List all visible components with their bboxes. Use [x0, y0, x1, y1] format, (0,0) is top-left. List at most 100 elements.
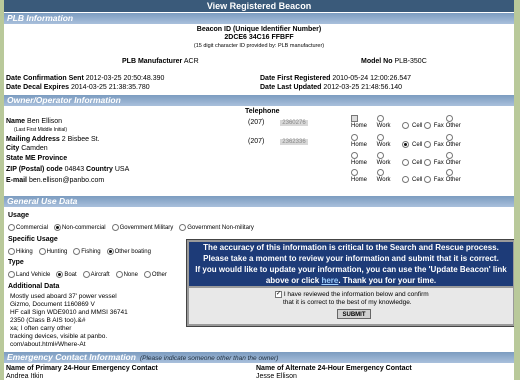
specific-option-fishing-label: Fishing [81, 249, 101, 256]
name-row: Name Ben Ellison [6, 118, 62, 125]
phone-2-number: 2362336 [280, 139, 308, 145]
model-label: Model No [361, 58, 393, 65]
additional-line: 2350 (Class B AIS too).&# [10, 317, 86, 324]
phone-4-type-other[interactable]: Other [445, 169, 468, 184]
primary-contact-value: Andrea Itkin [6, 373, 44, 380]
phone-3-type-cell[interactable]: Cell [402, 159, 422, 167]
phone-1-type-home-label: Home [351, 123, 368, 130]
uin-label: Beacon ID (Unique Identifier Number) [196, 26, 322, 33]
phone-1-type-work[interactable]: Work [376, 115, 401, 130]
specific-option-hunting[interactable]: Hunting [38, 248, 67, 255]
usage-option-commercial-label: Commercial [16, 225, 49, 232]
section-emergency-title: Emergency Contact Information [7, 352, 136, 362]
usage-option-gov-nonmilitary[interactable]: Government Non-military [179, 224, 254, 232]
phone-2-types: Home Work Cell Fax Other [351, 134, 468, 149]
phone-4-types: Home Work Cell Fax Other [351, 169, 468, 184]
phone-1-type-fax[interactable]: Fax [424, 122, 444, 130]
primary-contact-label: Name of Primary 24-Hour Emergency Contac… [6, 365, 158, 372]
phone-2-type-home[interactable]: Home [351, 134, 375, 149]
submit-button[interactable]: SUBMIT [337, 309, 371, 319]
phone-4-type-cell[interactable]: Cell [402, 176, 422, 184]
specific-option-fishing[interactable]: Fishing [73, 248, 101, 256]
confirm-panel: ✓ I have reviewed the information below … [189, 288, 513, 324]
phone-3-type-work-label: Work [376, 160, 391, 167]
usage-option-gov-nonmilitary-label: Government Non-military [187, 225, 254, 232]
city-value: Camden [21, 145, 48, 152]
phone-1-type-cell[interactable]: Cell [402, 122, 422, 130]
email-label: E-mail [6, 177, 28, 184]
accuracy-message: The accuracy of this information is crit… [189, 242, 513, 286]
additional-line: xa; I often carry other [10, 325, 72, 332]
type-options: Land Vehicle Boat Aircraft None Other [8, 271, 171, 278]
additional-data-label: Additional Data [8, 283, 60, 290]
additional-data-text: Mostly used aboard 37' power vessel Gizm… [10, 293, 128, 349]
phone-3-type-work[interactable]: Work [376, 152, 401, 167]
additional-line: HF call Sign WDE9010 and MMSI 36741 [10, 309, 128, 316]
type-option-none[interactable]: None [115, 271, 138, 279]
specific-option-other-boating[interactable]: Other boating [106, 248, 151, 255]
usage-option-noncommercial-label: Non-commercial [61, 225, 106, 232]
phone-4-type-fax[interactable]: Fax [424, 176, 444, 184]
usage-option-gov-military-label: Government Military [119, 225, 174, 232]
phone-2-type-cell[interactable]: Cell [402, 141, 422, 149]
type-option-none-label: None [123, 272, 138, 279]
additional-line: com/about.html#Where-At [10, 341, 86, 348]
date-decal-label: Date Decal Expires [6, 84, 70, 91]
type-option-other[interactable]: Other [143, 271, 167, 278]
first-registered-row: Date First Registered 2010-05-24 12:00:2… [260, 75, 411, 82]
date-confirmation-row: Date Confirmation Sent 2012-03-25 20:50:… [6, 75, 164, 82]
phone-3-type-other[interactable]: Other [445, 152, 468, 167]
phone-2-type-cell-label: Cell [412, 142, 423, 149]
last-updated-row: Date Last Updated 2012-03-25 21:48:56.14… [260, 84, 402, 91]
phone-2-type-work[interactable]: Work [376, 134, 401, 149]
phone-4-type-fax-label: Fax [433, 177, 444, 184]
phone-3-type-cell-label: Cell [412, 160, 423, 167]
specific-option-hiking[interactable]: Hiking [8, 248, 33, 255]
type-option-boat[interactable]: Boat [56, 271, 77, 278]
phone-row-2: (207) 2362336 [248, 138, 308, 145]
phone-1-type-cell-label: Cell [412, 123, 423, 130]
uin-value: 2DCE6 34C16 FFBFF [224, 34, 294, 41]
date-confirmation-label: Date Confirmation Sent [6, 75, 84, 82]
model-value: PLB-350C [394, 58, 427, 65]
phone-3-type-fax[interactable]: Fax [424, 159, 444, 167]
usage-options: Commercial Non-commercial Government Mil… [8, 224, 258, 231]
first-registered-label: Date First Registered [260, 75, 331, 82]
section-plb-title: PLB Information [7, 13, 74, 23]
additional-line: Mostly used aboard 37' power vessel [10, 293, 117, 300]
phone-1-types: Home Work Cell Fax Other [351, 115, 468, 130]
usage-option-gov-military[interactable]: Government Military [111, 224, 174, 232]
section-emergency: Emergency Contact Information (Please ind… [4, 352, 514, 363]
mailing-value: 2 Bisbee St. [61, 136, 100, 143]
phone-3-type-home[interactable]: Home [351, 152, 375, 167]
type-option-land-vehicle[interactable]: Land Vehicle [8, 271, 51, 279]
confirm-line-1: I have reviewed the information below an… [283, 291, 429, 299]
confirm-checkbox-row: ✓ I have reviewed the information below … [275, 291, 429, 298]
phone-1-type-home[interactable]: Home [351, 115, 375, 130]
phone-row-1: (207) 2360276 [248, 119, 308, 126]
accuracy-line-3: If you would like to update your informa… [195, 265, 507, 274]
phone-4-type-home[interactable]: Home [351, 169, 375, 184]
date-decal-row: Date Decal Expires 2014-03-25 21:38:35.7… [6, 84, 150, 91]
confirm-checkbox[interactable]: ✓ [275, 291, 282, 298]
phone-2-type-other[interactable]: Other [445, 134, 468, 149]
phone-2-type-fax[interactable]: Fax [424, 141, 444, 149]
usage-label: Usage [8, 212, 30, 219]
city-label: City [6, 145, 20, 152]
usage-option-noncommercial[interactable]: Non-commercial [53, 224, 106, 232]
type-option-land-vehicle-label: Land Vehicle [16, 272, 51, 279]
date-decal-value: 2014-03-25 21:38:35.780 [71, 84, 150, 91]
accuracy-line-1: The accuracy of this information is crit… [203, 243, 499, 252]
city-row: City Camden [6, 145, 48, 152]
here-link[interactable]: here [321, 276, 338, 285]
section-plb: PLB Information [4, 13, 514, 24]
usage-option-commercial[interactable]: Commercial [8, 224, 49, 232]
phone-1-type-other[interactable]: Other [445, 115, 468, 130]
phone-1-type-fax-label: Fax [433, 123, 444, 130]
additional-line: tracking devices, visible at panbo. [10, 333, 108, 340]
section-owner: Owner/Operator Information [4, 95, 514, 106]
phone-4-type-work[interactable]: Work [376, 169, 401, 184]
type-option-aircraft[interactable]: Aircraft [82, 271, 110, 278]
zip-label: ZIP (Postal) code [6, 166, 63, 173]
specific-usage-label: Specific Usage [8, 236, 58, 243]
